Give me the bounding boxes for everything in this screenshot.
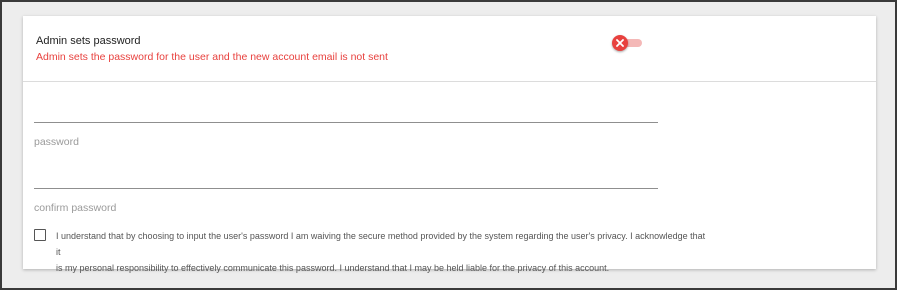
confirm-password-label: confirm password: [34, 202, 117, 214]
setting-description: Admin sets the password for the user and…: [36, 51, 388, 63]
password-label: password: [34, 136, 79, 148]
acknowledgement-text: I understand that by choosing to input t…: [56, 228, 711, 276]
confirm-password-input[interactable]: [34, 188, 658, 189]
admin-password-card: Admin sets password Admin sets the passw…: [23, 16, 876, 273]
toggle-knob[interactable]: [612, 35, 628, 51]
acknowledgement-line-1: I understand that by choosing to input t…: [56, 231, 706, 257]
admin-sets-password-setting: Admin sets password Admin sets the passw…: [23, 16, 876, 82]
acknowledge-checkbox[interactable]: [34, 229, 46, 241]
admin-sets-password-toggle[interactable]: [612, 35, 644, 51]
close-x-icon: [616, 39, 624, 47]
password-input[interactable]: [34, 122, 658, 123]
acknowledgement-line-2: is my personal responsibility to effecti…: [56, 263, 610, 273]
setting-title: Admin sets password: [36, 35, 141, 47]
